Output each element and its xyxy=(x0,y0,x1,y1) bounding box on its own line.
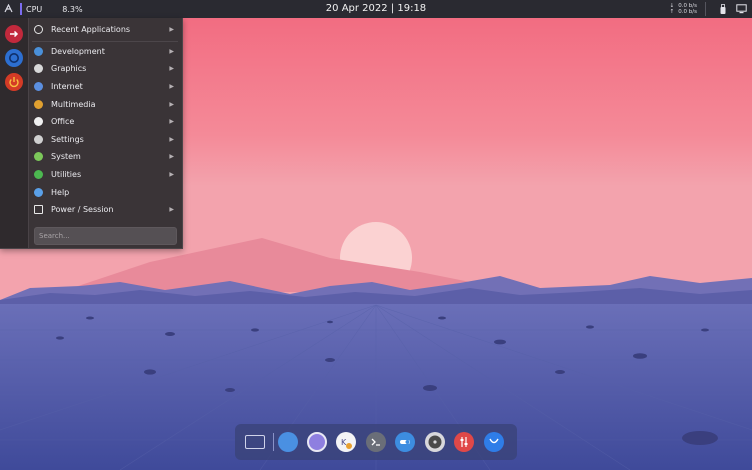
menu-item-development[interactable]: Development ▶ xyxy=(29,43,182,61)
menu-item-label: Help xyxy=(51,187,70,197)
app-launcher-icon xyxy=(3,3,13,15)
menu-item-label: Utilities xyxy=(51,170,82,180)
multimedia-icon xyxy=(34,99,43,109)
menu-item-help[interactable]: Help xyxy=(29,183,182,201)
software-center-icon[interactable]: K xyxy=(336,432,356,452)
cpu-value[interactable]: 8.3% xyxy=(62,5,82,14)
graphics-icon xyxy=(34,64,43,74)
menu-sidebar xyxy=(0,18,29,248)
menu-item-label: Recent Applications xyxy=(51,25,131,35)
disk-utility-icon[interactable] xyxy=(425,432,445,452)
dock-separator xyxy=(273,433,274,451)
menu-item-multimedia[interactable]: Multimedia ▶ xyxy=(29,95,182,113)
power-icon[interactable] xyxy=(5,73,23,91)
menu-item-label: Multimedia xyxy=(51,99,96,109)
menu-item-label: Graphics xyxy=(51,64,87,74)
usb-icon[interactable] xyxy=(716,0,730,18)
settings-icon[interactable] xyxy=(5,49,23,67)
panel-separator xyxy=(20,3,22,15)
menu-item-label: Settings xyxy=(51,134,84,144)
development-icon xyxy=(34,46,43,56)
menu-item-label: System xyxy=(51,152,81,162)
chevron-right-icon: ▶ xyxy=(169,135,174,143)
dock: K xyxy=(235,424,517,460)
chevron-right-icon: ▶ xyxy=(169,206,174,214)
display-icon[interactable] xyxy=(734,0,748,18)
chevron-right-icon: ▶ xyxy=(169,100,174,108)
system-icon xyxy=(34,152,43,162)
net-up-arrow-icon: ↑ xyxy=(669,9,675,15)
app-store-icon[interactable] xyxy=(484,432,504,452)
app-launcher-button[interactable] xyxy=(0,0,16,18)
clock-area: 20 Apr 2022 | 19:18 xyxy=(0,0,752,18)
menu-item-internet[interactable]: Internet ▶ xyxy=(29,78,182,96)
net-up-value: 0.0 b/s xyxy=(678,9,697,15)
utilities-icon xyxy=(34,170,43,180)
menu-category-list: Recent Applications ▶ Development ▶ Grap… xyxy=(29,21,182,219)
chevron-right-icon: ▶ xyxy=(169,26,174,34)
chevron-right-icon: ▶ xyxy=(169,83,174,91)
chevron-right-icon: ▶ xyxy=(169,47,174,55)
menu-item-utilities[interactable]: Utilities ▶ xyxy=(29,166,182,184)
help-icon xyxy=(34,187,43,197)
settings-icon xyxy=(34,134,43,144)
file-manager-icon[interactable] xyxy=(278,432,298,452)
menu-item-power-session[interactable]: Power / Session ▶ xyxy=(29,201,182,219)
chevron-right-icon: ▶ xyxy=(169,65,174,73)
cpu-label[interactable]: CPU xyxy=(26,5,42,14)
web-browser-icon[interactable] xyxy=(307,432,327,452)
menu-item-settings[interactable]: Settings ▶ xyxy=(29,131,182,149)
office-icon xyxy=(34,117,43,127)
menu-item-system[interactable]: System ▶ xyxy=(29,148,182,166)
menu-item-label: Power / Session xyxy=(51,205,114,215)
menu-divider xyxy=(32,40,178,42)
clock-icon xyxy=(34,25,43,35)
network-speed[interactable]: ↓ 0.0 b/s ↑ 0.0 b/s xyxy=(670,3,697,15)
menu-item-label: Development xyxy=(51,46,105,56)
system-settings-icon[interactable] xyxy=(395,432,415,452)
chevron-right-icon: ▶ xyxy=(169,153,174,161)
system-tray: ↓ 0.0 b/s ↑ 0.0 b/s xyxy=(670,0,752,18)
chevron-right-icon: ▶ xyxy=(169,118,174,126)
mixer-icon[interactable] xyxy=(454,432,474,452)
logout-icon[interactable] xyxy=(5,25,23,43)
show-desktop-icon[interactable] xyxy=(245,435,265,449)
clock[interactable]: 20 Apr 2022 | 19:18 xyxy=(326,3,426,14)
chevron-right-icon: ▶ xyxy=(169,171,174,179)
tray-separator xyxy=(705,2,706,16)
menu-item-label: Internet xyxy=(51,82,83,92)
application-menu: Recent Applications ▶ Development ▶ Grap… xyxy=(0,18,183,249)
menu-item-recent-applications[interactable]: Recent Applications ▶ xyxy=(29,21,182,39)
power-session-icon xyxy=(34,205,43,215)
menu-search-input[interactable] xyxy=(34,227,177,245)
menu-item-label: Office xyxy=(51,117,75,127)
top-panel: CPU 8.3% 20 Apr 2022 | 19:18 ↓ 0.0 b/s ↑ 0… xyxy=(0,0,752,18)
menu-item-graphics[interactable]: Graphics ▶ xyxy=(29,60,182,78)
menu-item-office[interactable]: Office ▶ xyxy=(29,113,182,131)
terminal-icon[interactable] xyxy=(366,432,386,452)
internet-icon xyxy=(34,82,43,92)
